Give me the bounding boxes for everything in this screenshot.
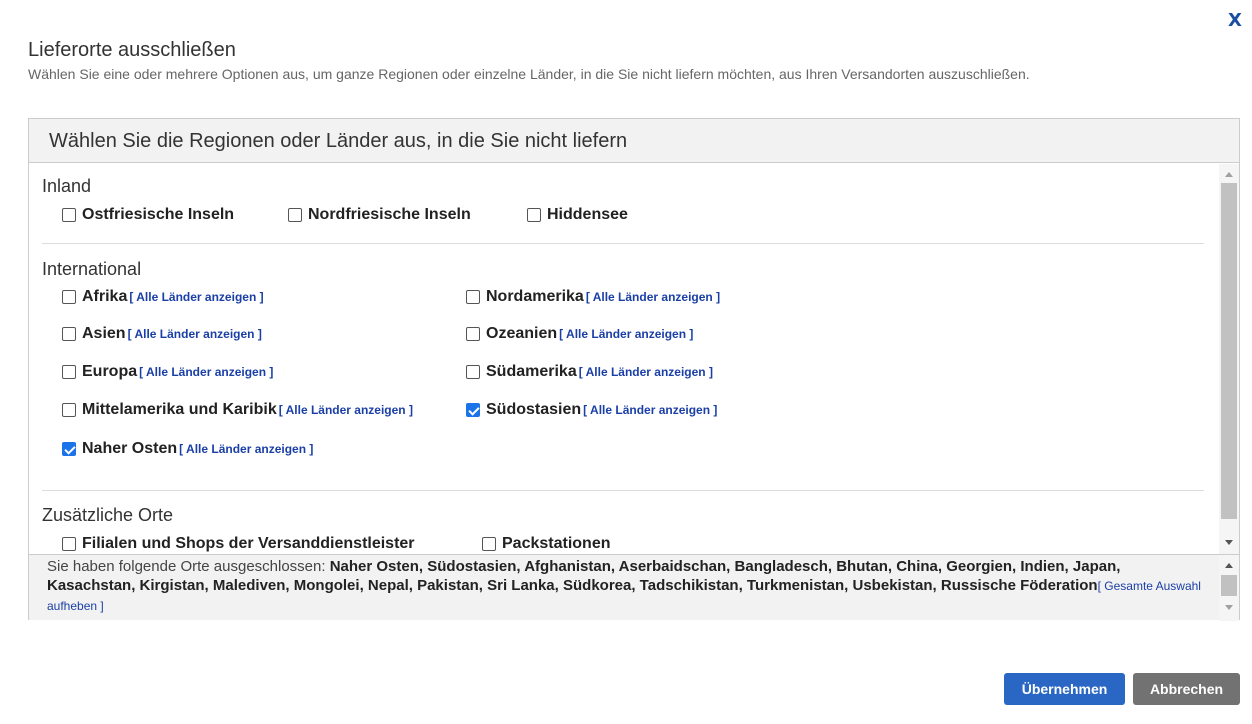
apply-button[interactable]: Übernehmen	[1004, 673, 1125, 705]
option-label: Europa	[82, 363, 137, 381]
show-countries-link[interactable]: [ Alle Länder anzeigen ]	[129, 290, 263, 304]
scroll-down-icon[interactable]	[1225, 540, 1233, 545]
cancel-button[interactable]: Abbrechen	[1133, 673, 1240, 705]
option-label: Ostfriesische Inseln	[82, 206, 234, 224]
option-label: Südamerika	[486, 363, 577, 381]
option-label: Nordfriesische Inseln	[308, 206, 471, 224]
option-label: Packstationen	[502, 535, 610, 553]
option-ozeanien[interactable]: Ozeanien [ Alle Länder anzeigen ]	[466, 325, 693, 343]
checkbox[interactable]	[62, 208, 76, 222]
option-nordfriesische-inseln[interactable]: Nordfriesische Inseln	[288, 206, 471, 224]
option-hiddensee[interactable]: Hiddensee	[527, 206, 628, 224]
checkbox[interactable]	[62, 327, 76, 341]
option-suedostasien[interactable]: Südostasien [ Alle Länder anzeigen ]	[466, 401, 717, 419]
show-countries-link[interactable]: [ Alle Länder anzeigen ]	[583, 403, 717, 417]
checkbox[interactable]	[466, 365, 480, 379]
summary-prefix: Sie haben folgende Orte ausgeschlossen:	[47, 558, 330, 575]
show-countries-link[interactable]: [ Alle Länder anzeigen ]	[579, 365, 713, 379]
option-ostfriesische-inseln[interactable]: Ostfriesische Inseln	[62, 206, 234, 224]
option-naher-osten[interactable]: Naher Osten [ Alle Länder anzeigen ]	[62, 440, 313, 458]
section-divider	[42, 490, 1204, 491]
option-label: Filialen und Shops der Versanddienstleis…	[82, 535, 415, 553]
option-suedamerika[interactable]: Südamerika [ Alle Länder anzeigen ]	[466, 363, 713, 381]
exclusion-panel: Wählen Sie die Regionen oder Länder aus,…	[28, 118, 1240, 620]
show-countries-link[interactable]: [ Alle Länder anzeigen ]	[279, 403, 413, 417]
checkbox[interactable]	[482, 537, 496, 551]
checkbox[interactable]	[466, 403, 480, 417]
option-label: Asien	[82, 325, 126, 343]
options-scrollbar[interactable]	[1219, 164, 1239, 554]
dialog-description: Wählen Sie eine oder mehrere Optionen au…	[28, 66, 1148, 82]
show-countries-link[interactable]: [ Alle Länder anzeigen ]	[128, 327, 262, 341]
show-countries-link[interactable]: [ Alle Länder anzeigen ]	[139, 365, 273, 379]
option-label: Naher Osten	[82, 440, 177, 458]
checkbox[interactable]	[527, 208, 541, 222]
option-label: Afrika	[82, 288, 127, 306]
panel-header: Wählen Sie die Regionen oder Länder aus,…	[29, 119, 1239, 163]
close-icon[interactable]: X	[1228, 10, 1248, 34]
option-nordamerika[interactable]: Nordamerika [ Alle Länder anzeigen ]	[466, 288, 720, 306]
options-scroll-area: Inland Ostfriesische Inseln Nordfriesisc…	[29, 164, 1239, 554]
show-countries-link[interactable]: [ Alle Länder anzeigen ]	[559, 327, 693, 341]
option-label: Hiddensee	[547, 206, 628, 224]
scrollbar-thumb[interactable]	[1221, 183, 1237, 519]
checkbox[interactable]	[62, 442, 76, 456]
show-countries-link[interactable]: [ Alle Länder anzeigen ]	[586, 290, 720, 304]
checkbox[interactable]	[62, 290, 76, 304]
option-label: Südostasien	[486, 401, 581, 419]
option-asien[interactable]: Asien [ Alle Länder anzeigen ]	[62, 325, 262, 343]
checkbox[interactable]	[62, 365, 76, 379]
checkbox[interactable]	[62, 403, 76, 417]
section-title-additional: Zusätzliche Orte	[42, 505, 173, 526]
checkbox[interactable]	[466, 327, 480, 341]
checkbox[interactable]	[466, 290, 480, 304]
section-divider	[42, 243, 1204, 244]
show-countries-link[interactable]: [ Alle Länder anzeigen ]	[179, 442, 313, 456]
excluded-summary: Sie haben folgende Orte ausgeschlossen: …	[29, 554, 1239, 620]
scroll-up-icon[interactable]	[1225, 172, 1233, 177]
option-label: Nordamerika	[486, 288, 584, 306]
option-europa[interactable]: Europa [ Alle Länder anzeigen ]	[62, 363, 273, 381]
option-label: Ozeanien	[486, 325, 557, 343]
scroll-up-icon[interactable]	[1225, 563, 1233, 568]
option-filialen-shops[interactable]: Filialen und Shops der Versanddienstleis…	[62, 535, 415, 553]
option-mittelamerika-karibik[interactable]: Mittelamerika und Karibik [ Alle Länder …	[62, 401, 413, 419]
option-label: Mittelamerika und Karibik	[82, 401, 277, 419]
checkbox[interactable]	[62, 537, 76, 551]
scrollbar-thumb[interactable]	[1221, 575, 1237, 596]
option-afrika[interactable]: Afrika [ Alle Länder anzeigen ]	[62, 288, 264, 306]
section-title-inland: Inland	[42, 176, 91, 197]
section-title-international: International	[42, 259, 141, 280]
option-packstationen[interactable]: Packstationen	[482, 535, 610, 553]
scroll-down-icon[interactable]	[1225, 605, 1233, 610]
checkbox[interactable]	[288, 208, 302, 222]
summary-scrollbar[interactable]	[1219, 555, 1239, 621]
dialog-title: Lieferorte ausschließen	[28, 39, 236, 62]
